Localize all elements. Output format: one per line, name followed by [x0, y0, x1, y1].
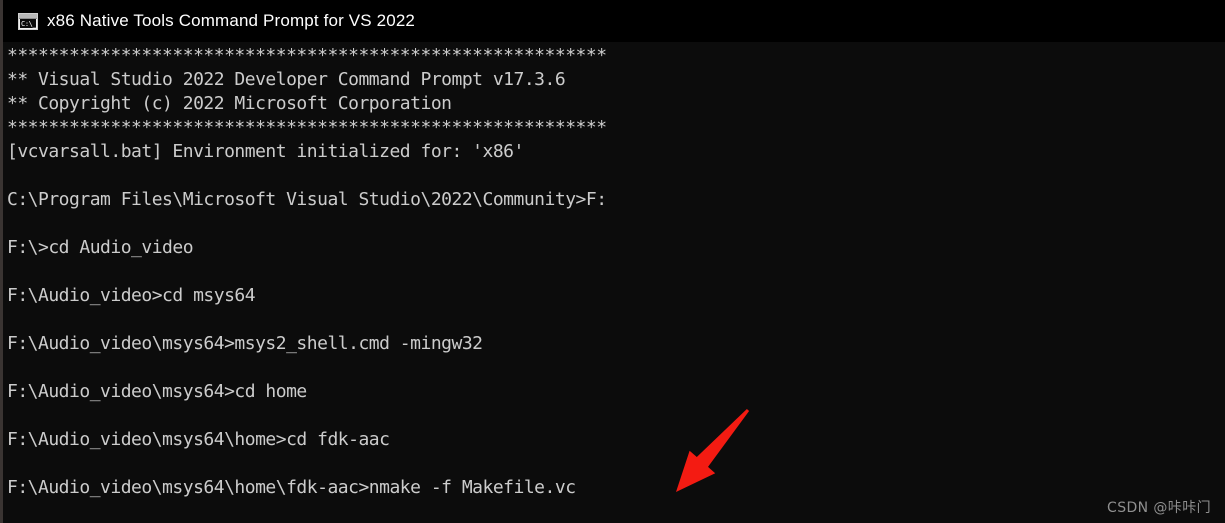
icon-screen-glyph: C:\_	[20, 18, 36, 28]
window-titlebar[interactable]: C:\_ x86 Native Tools Command Prompt for…	[0, 0, 1225, 42]
command-prompt-icon[interactable]: C:\_	[18, 12, 38, 30]
terminal-line: F:\Audio_video\msys64>cd home	[7, 381, 307, 402]
terminal-line: ****************************************…	[7, 117, 607, 138]
window-title: x86 Native Tools Command Prompt for VS 2…	[47, 11, 416, 30]
terminal-line: C:\Program Files\Microsoft Visual Studio…	[7, 189, 607, 210]
terminal-output-area[interactable]: ****************************************…	[0, 42, 1225, 523]
terminal-line: ** Visual Studio 2022 Developer Command …	[7, 69, 566, 90]
terminal-line: F:\>cd Audio_video	[7, 237, 194, 258]
command-prompt-window: C:\_ x86 Native Tools Command Prompt for…	[0, 0, 1225, 523]
terminal-line: F:\Audio_video\msys64>msys2_shell.cmd -m…	[7, 333, 483, 354]
csdn-watermark: CSDN @咔咔门	[1107, 500, 1211, 516]
terminal-line: F:\Audio_video>cd msys64	[7, 285, 256, 306]
window-left-edge	[0, 0, 3, 523]
terminal-line: ****************************************…	[7, 45, 607, 66]
terminal-line: [vcvarsall.bat] Environment initialized …	[7, 141, 524, 162]
terminal-line: F:\Audio_video\msys64\home>cd fdk-aac	[7, 429, 390, 450]
terminal-line: F:\Audio_video\msys64\home\fdk-aac>nmake…	[7, 477, 576, 498]
terminal-line: ** Copyright (c) 2022 Microsoft Corporat…	[7, 93, 452, 114]
